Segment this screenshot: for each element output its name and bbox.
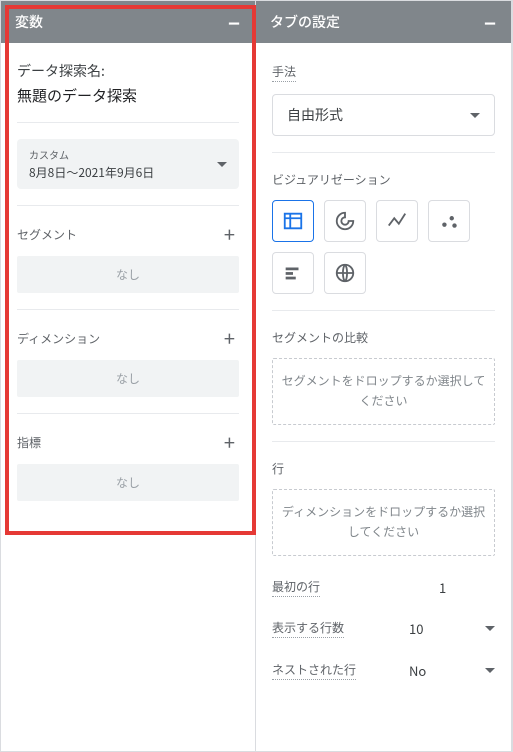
viz-bar-button[interactable] — [272, 252, 314, 294]
bar-chart-icon — [282, 262, 304, 284]
exploration-name-value[interactable]: 無題のデータ探索 — [17, 85, 239, 106]
caret-down-icon — [485, 668, 495, 673]
method-label: 手法 — [272, 63, 296, 82]
nested-rows-value: No — [403, 661, 463, 680]
globe-icon — [334, 262, 356, 284]
rows-label: 行 — [272, 460, 284, 477]
first-row-label: 最初の行 — [272, 578, 320, 597]
add-segment-button[interactable]: + — [220, 222, 239, 246]
dimensions-empty[interactable]: なし — [17, 360, 239, 397]
segment-compare-label: セグメントの比較 — [272, 329, 368, 346]
line-chart-icon — [386, 210, 408, 232]
donut-chart-icon — [334, 210, 356, 232]
exploration-name-label: データ探索名: — [17, 61, 239, 81]
caret-down-icon — [485, 626, 495, 631]
date-range-type: カスタム — [29, 147, 154, 162]
variables-title: 変数 — [15, 12, 43, 32]
add-metric-button[interactable]: + — [220, 430, 239, 454]
rows-drop-target[interactable]: ディメンションをドロップするか選択してください — [272, 489, 495, 556]
segments-label: セグメント — [17, 226, 77, 243]
dimensions-label: ディメンション — [17, 330, 100, 347]
metrics-label: 指標 — [17, 434, 41, 451]
row-count-select[interactable]: 10 — [403, 619, 495, 639]
visualization-label: ビジュアリゼーション — [272, 171, 391, 188]
nested-rows-label: ネストされた行 — [272, 661, 356, 680]
viz-donut-button[interactable] — [324, 200, 366, 242]
segments-empty[interactable]: なし — [17, 256, 239, 293]
scatter-icon — [438, 210, 460, 232]
caret-down-icon — [217, 162, 227, 167]
viz-table-button[interactable] — [272, 200, 314, 242]
tab-settings-title: タブの設定 — [270, 12, 340, 32]
first-row-value[interactable]: 1 — [415, 578, 495, 597]
collapse-right-icon[interactable]: − — [477, 9, 503, 35]
collapse-left-icon[interactable]: − — [221, 9, 247, 35]
metrics-empty[interactable]: なし — [17, 464, 239, 501]
variables-panel-header: 変数 − — [1, 1, 255, 43]
add-dimension-button[interactable]: + — [220, 326, 239, 350]
viz-line-button[interactable] — [376, 200, 418, 242]
method-select[interactable]: 自由形式 — [272, 94, 495, 136]
tab-settings-panel-header: タブの設定 − — [256, 1, 511, 43]
nested-rows-select[interactable]: No — [403, 661, 495, 681]
viz-geo-button[interactable] — [324, 252, 366, 294]
table-icon — [282, 210, 304, 232]
viz-scatter-button[interactable] — [428, 200, 470, 242]
caret-down-icon — [470, 113, 480, 118]
method-value: 自由形式 — [287, 105, 343, 125]
date-range-picker[interactable]: カスタム 8月8日～2021年9月6日 — [17, 139, 239, 189]
row-count-value: 10 — [403, 619, 463, 638]
segment-drop-target[interactable]: セグメントをドロップするか選択してください — [272, 358, 495, 425]
row-count-label: 表示する行数 — [272, 619, 344, 638]
date-range-value: 8月8日～2021年9月6日 — [29, 164, 154, 181]
